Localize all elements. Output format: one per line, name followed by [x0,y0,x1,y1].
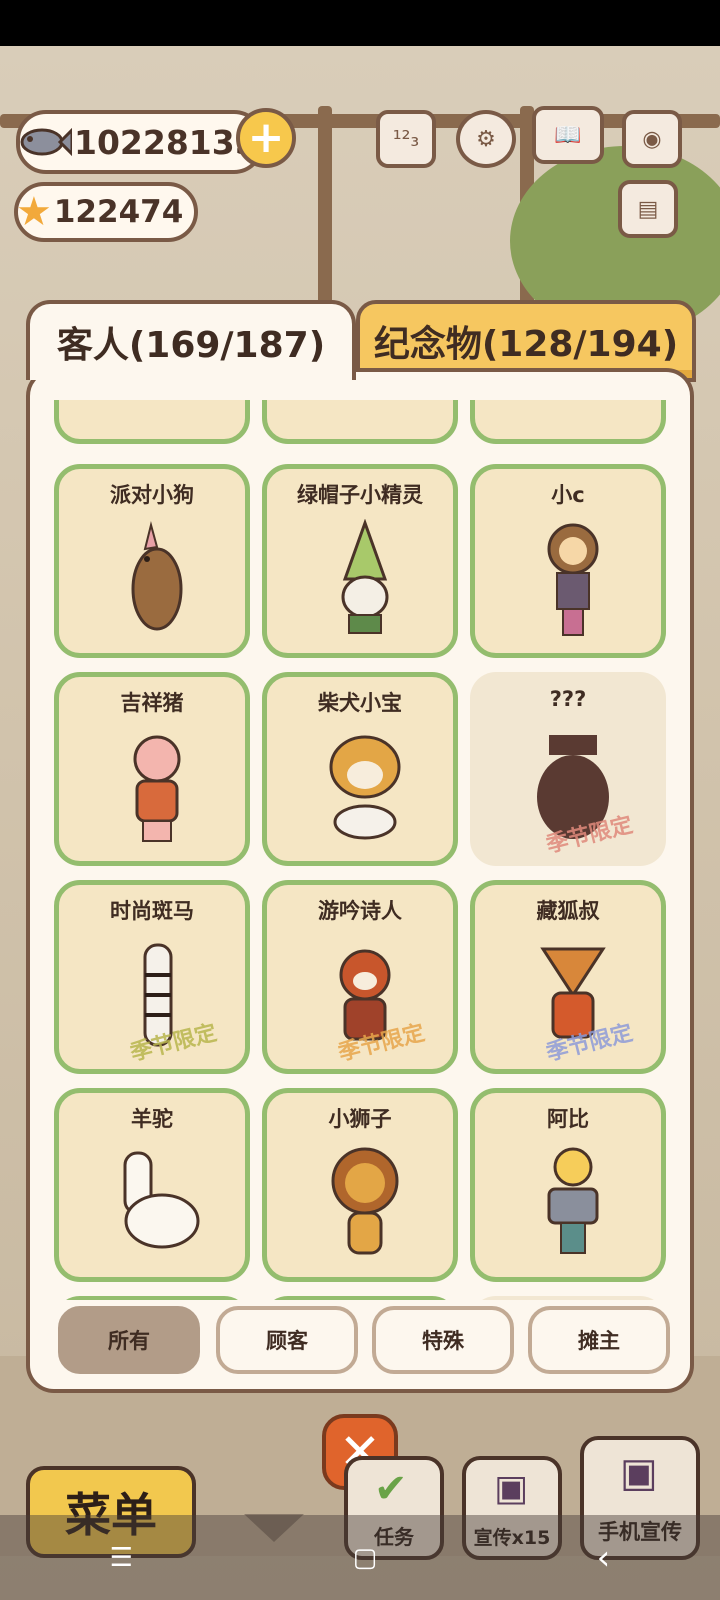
status-bar [0,0,720,46]
checkmark-icon: ✔ [374,1466,408,1512]
guest-card-partial[interactable] [262,400,458,444]
guest-card-partial[interactable] [54,400,250,444]
fish-currency: 10228135 [16,110,264,174]
guest-card-tibetan-fox[interactable]: 藏狐叔 季节限定 [470,880,666,1074]
star-icon: ★ [16,189,52,235]
guest-card-partial[interactable] [470,1296,666,1300]
guest-card-locked[interactable]: ??? 季节限定 [470,672,666,866]
guest-card-party-dog[interactable]: 派对小狗 [54,464,250,658]
fish-icon [20,127,72,157]
guest-card-gnome[interactable]: 绿帽子小精灵 [262,464,458,658]
tab-souvenirs-label: 纪念物(128/194) [373,324,679,365]
guest-card-shiba[interactable]: 柴犬小宝 [262,672,458,866]
add-fish-button[interactable]: + [236,108,296,168]
settings-gear-icon[interactable]: ⚙ [456,110,516,168]
alpaca-illustration [123,1151,200,1249]
star-currency: ★ 122474 [14,182,198,242]
guest-grid[interactable]: 派对小狗 绿帽子小精灵 小c 吉祥猪 柴犬小宝 ??? 季节限定 时尚斑马 季节… [50,400,672,1300]
guest-name: 阿比 [547,1107,589,1131]
filter-special-button[interactable]: 特殊 [372,1306,514,1374]
recent-apps-icon[interactable]: ☰ [110,1543,133,1573]
filter-bar: 所有 顾客 特殊 摊主 [58,1306,674,1376]
tab-guests[interactable]: 客人(169/187) [26,300,356,380]
ranking-icon[interactable]: ¹²₃ [376,110,436,168]
home-icon[interactable]: ▢ [353,1543,378,1573]
filter-label: 所有 [108,1329,150,1353]
plus-icon: + [247,112,285,163]
filter-label: 顾客 [266,1329,308,1353]
guestbook-icon[interactable]: 📖 [532,106,604,164]
filter-vendor-button[interactable]: 摊主 [528,1306,670,1374]
guest-card-zebra[interactable]: 时尚斑马 季节限定 [54,880,250,1074]
abby-illustration [547,1147,599,1254]
guest-name: ??? [549,687,587,711]
guest-name: 藏狐叔 [536,899,600,923]
guest-card-partial[interactable] [470,400,666,444]
lion-illustration [331,1147,399,1255]
filter-label: 特殊 [422,1329,464,1353]
guest-card-lion[interactable]: 小狮子 [262,1088,458,1282]
phone-icon: ▣ [620,1450,658,1496]
camera-icon[interactable]: ◉ [622,110,682,168]
little-c-illustration [547,523,599,636]
lucky-pig-illustration [133,735,181,842]
tab-guests-label: 客人(169/187) [56,325,326,366]
filter-label: 摊主 [578,1329,620,1353]
guest-card-alpaca[interactable]: 羊驼 [54,1088,250,1282]
guest-card-partial[interactable] [262,1296,458,1300]
guest-name: 小c [551,483,585,507]
newspaper-icon[interactable]: ▤ [618,180,678,238]
guest-name: 羊驼 [131,1107,173,1131]
guest-name: 游吟诗人 [318,899,402,923]
poster-icon: ▣ [494,1468,529,1509]
guest-card-abby[interactable]: 阿比 [470,1088,666,1282]
guest-card-lucky-pig[interactable]: 吉祥猪 [54,672,250,866]
gnome-illustration [341,519,389,634]
fish-count: 10228135 [74,122,258,162]
guest-name: 小狮子 [328,1107,392,1131]
system-nav-bar: ☰ ▢ ‹ [0,1515,720,1600]
guest-card-bard[interactable]: 游吟诗人 季节限定 [262,880,458,1074]
party-dog-illustration [131,521,183,631]
guest-card-partial[interactable] [54,1296,250,1300]
back-icon[interactable]: ‹ [597,1538,611,1578]
star-count: 122474 [53,194,184,230]
shiba-illustration [329,735,401,840]
filter-customer-button[interactable]: 顾客 [216,1306,358,1374]
guest-name: 时尚斑马 [110,899,194,923]
filter-all-button[interactable]: 所有 [58,1306,200,1374]
guest-name: 吉祥猪 [120,691,184,715]
guest-name: 派对小狗 [110,483,194,507]
guest-card-little-c[interactable]: 小c [470,464,666,658]
guest-name: 柴犬小宝 [318,691,402,715]
guest-name: 绿帽子小精灵 [297,483,423,507]
